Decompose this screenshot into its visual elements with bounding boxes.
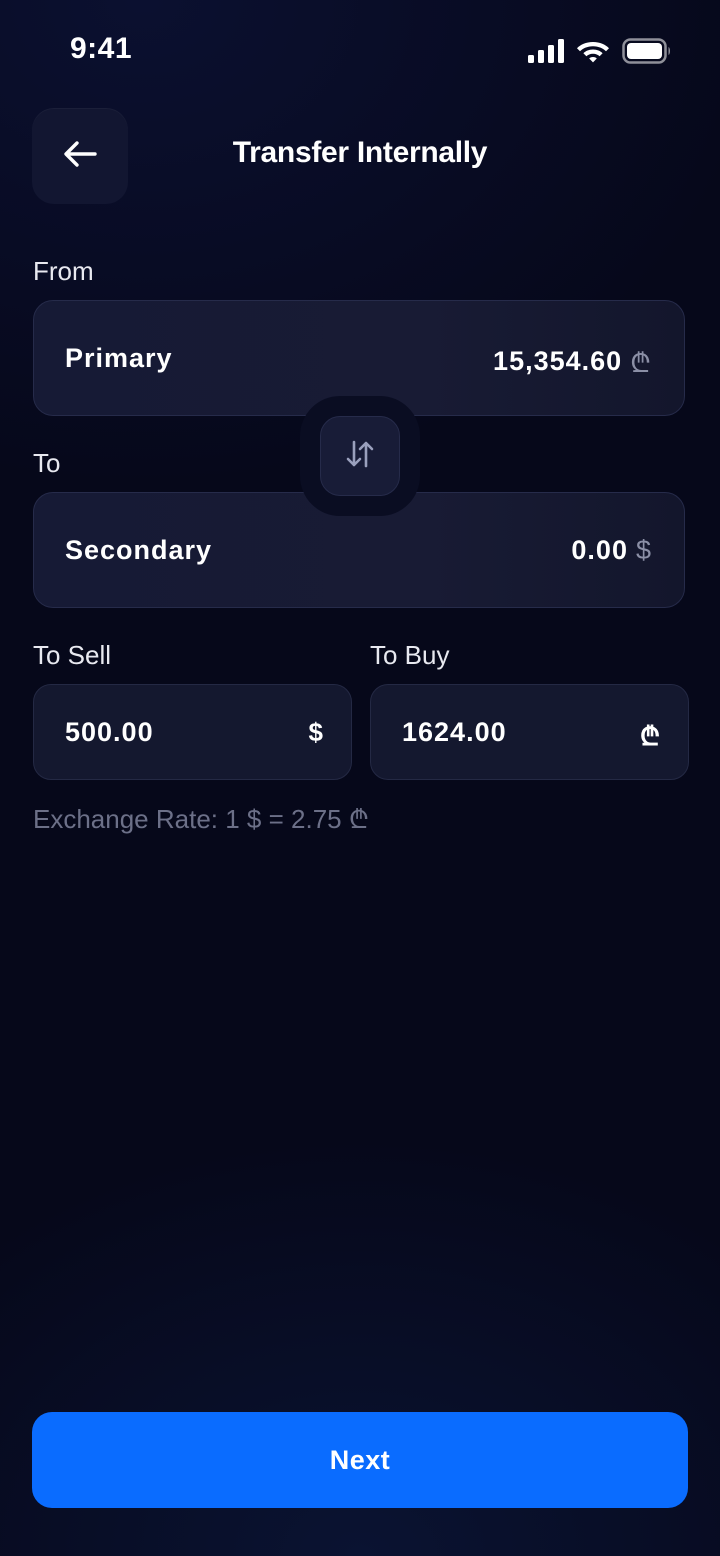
to-account-name: Secondary [65, 535, 213, 565]
buy-amount-value: 1624.00 [402, 717, 507, 747]
sell-amount-input[interactable]: 500.00 $ [33, 684, 352, 780]
lari-icon: ₾ [630, 348, 652, 378]
from-balance-value: 15,354.60 [493, 346, 623, 376]
to-sell-label: To Sell [33, 640, 112, 670]
buy-amount-input[interactable]: 1624.00 ₾ [370, 684, 689, 780]
status-bar: 9:41 [0, 0, 720, 100]
to-buy-label: To Buy [370, 640, 450, 670]
to-account-balance: 0.00 $ [571, 535, 652, 566]
to-label: To [33, 448, 61, 478]
sell-amount-value: 500.00 [65, 717, 154, 747]
dollar-icon: $ [308, 717, 323, 747]
signal-icon [528, 39, 564, 68]
next-button[interactable]: Next [32, 1412, 688, 1508]
header: Transfer Internally [0, 108, 720, 204]
battery-icon [622, 38, 672, 69]
from-account-balance: 15,354.60 ₾ [493, 343, 652, 380]
from-account-name: Primary [65, 343, 173, 373]
to-balance-value: 0.00 [571, 535, 628, 565]
exchange-rate-text: Exchange Rate: 1 $ = 2.75 ₾ [33, 804, 369, 834]
status-icons [528, 38, 672, 69]
swap-vertical-icon [344, 438, 376, 475]
swap-button[interactable] [320, 416, 400, 496]
from-label: From [33, 256, 94, 286]
dollar-icon: $ [635, 535, 652, 565]
status-time: 9:41 [70, 32, 133, 65]
page-title: Transfer Internally [232, 136, 488, 169]
wifi-icon [576, 38, 610, 69]
lari-icon: ₾ [639, 721, 660, 751]
